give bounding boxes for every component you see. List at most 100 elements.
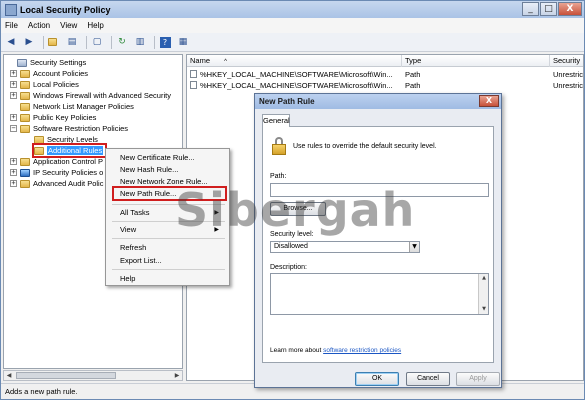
tree-item-account-policies[interactable]: + Account Policies <box>10 68 88 79</box>
tree-item-label: IP Security Policies o <box>33 168 104 177</box>
learn-more-prefix: Learn more about <box>270 347 322 354</box>
menu-file[interactable]: File <box>5 21 18 30</box>
menu-item-new-hash-rule[interactable]: New Hash Rule... <box>120 164 178 175</box>
tree-expander[interactable]: + <box>10 180 17 187</box>
tree-item-software-restriction-policies[interactable]: − Software Restriction Policies <box>10 123 128 134</box>
tree-item-label: Security Settings <box>30 58 87 67</box>
new-path-rule-dialog: New Path Rule X General Use rules to ove… <box>254 93 502 388</box>
tree-item-public-key-policies[interactable]: + Public Key Policies <box>10 112 96 123</box>
tree-expander[interactable]: + <box>10 81 17 88</box>
properties-button[interactable]: ▢ <box>90 36 104 49</box>
tree-expander[interactable]: − <box>10 125 17 132</box>
app-icon <box>5 3 17 16</box>
dialog-description: Use rules to override the default securi… <box>293 143 437 150</box>
chevron-down-icon[interactable]: ▼ <box>409 242 419 252</box>
rule-name-cell: %HKEY_LOCAL_MACHINE\SOFTWARE\Microsoft\W… <box>190 80 400 91</box>
folder-icon <box>20 157 30 166</box>
ok-button[interactable]: OK <box>355 372 399 386</box>
menu-separator <box>112 269 225 270</box>
tree-item-label: Network List Manager Policies <box>33 102 134 111</box>
tree-item-advanced-audit[interactable]: + Advanced Audit Polic <box>10 178 103 189</box>
dialog-close-button[interactable]: X <box>479 95 499 107</box>
tree-item-application-control[interactable]: + Application Control P <box>10 156 103 167</box>
rule-security-cell: Unrestric <box>553 81 584 90</box>
rule-document-icon <box>190 81 197 89</box>
tree-item-windows-firewall[interactable]: + Windows Firewall with Advanced Securit… <box>10 90 171 101</box>
up-folder-button[interactable] <box>47 36 61 49</box>
tree-expander[interactable]: + <box>10 158 17 165</box>
folder-icon <box>20 179 30 188</box>
tree-item-label: Local Policies <box>33 80 79 89</box>
rule-document-icon <box>190 70 197 78</box>
dialog-title: New Path Rule <box>255 94 501 109</box>
description-textarea[interactable]: ▲ ▼ <box>270 273 489 315</box>
tree-horizontal-scrollbar[interactable]: ◀ ▶ <box>3 370 183 381</box>
menu-help[interactable]: Help <box>87 21 103 30</box>
forward-button[interactable]: ▶ <box>22 36 36 49</box>
tree-expander[interactable]: + <box>10 169 17 176</box>
software-restriction-policies-link[interactable]: software restriction policies <box>323 347 401 354</box>
tree-expander[interactable]: + <box>10 92 17 99</box>
tree-expander <box>10 103 17 110</box>
tree-pane-icon: ▤ <box>67 37 77 47</box>
toolbar: ◀ ▶ ▤ ▢ ↻ ▥ ? ▦ <box>1 33 584 52</box>
folder-icon <box>20 69 30 78</box>
tree-item-local-policies[interactable]: + Local Policies <box>10 79 79 90</box>
tree-item-security-settings[interactable]: Security Settings <box>7 57 86 68</box>
folder-icon <box>20 80 30 89</box>
tree-expander[interactable]: + <box>10 114 17 121</box>
column-header-name[interactable]: Name ^ <box>187 55 402 67</box>
close-button[interactable]: X <box>558 2 582 16</box>
tree-expander <box>7 59 14 66</box>
list-header: Name ^ Type Security <box>187 55 583 67</box>
back-button[interactable]: ◀ <box>4 36 18 49</box>
column-header-type[interactable]: Type <box>402 55 550 67</box>
table-row[interactable]: %HKEY_LOCAL_MACHINE\SOFTWARE\Microsoft\W… <box>187 80 584 91</box>
scroll-down-icon[interactable]: ▼ <box>479 305 489 314</box>
apply-button[interactable]: Apply <box>456 372 500 386</box>
scroll-right-icon[interactable]: ▶ <box>172 371 182 380</box>
tree-item-ip-security-policies[interactable]: + IP Security Policies o <box>10 167 103 178</box>
up-folder-icon <box>48 38 57 46</box>
action-pane-icon: ▦ <box>178 37 188 47</box>
menu-separator <box>112 238 225 239</box>
rule-security-cell: Unrestric <box>553 70 584 79</box>
minimize-button[interactable]: _ <box>522 2 539 16</box>
tree-item-network-list-manager[interactable]: Network List Manager Policies <box>10 101 134 112</box>
menu-view[interactable]: View <box>60 21 77 30</box>
forward-arrow-icon: ▶ <box>25 37 33 47</box>
rule-type-cell: Path <box>405 81 421 90</box>
menu-item-help[interactable]: Help <box>120 273 135 284</box>
security-level-select[interactable]: Disallowed ▼ <box>270 241 420 253</box>
path-label: Path: <box>270 173 287 180</box>
description-scrollbar[interactable]: ▲ ▼ <box>478 274 488 314</box>
toolbar-separator <box>111 35 112 49</box>
maximize-button[interactable]: □ <box>540 2 557 16</box>
tree-item-label: Windows Firewall with Advanced Security <box>33 91 171 100</box>
menu-item-label: View <box>120 225 137 234</box>
scroll-up-icon[interactable]: ▲ <box>479 274 489 283</box>
table-row[interactable]: %HKEY_LOCAL_MACHINE\SOFTWARE\Microsoft\W… <box>187 69 584 80</box>
column-header-security[interactable]: Security <box>550 55 583 67</box>
action-pane-button[interactable]: ▦ <box>176 36 190 49</box>
tab-general[interactable]: General <box>262 114 290 127</box>
tree-expander[interactable]: + <box>10 70 17 77</box>
scroll-left-icon[interactable]: ◀ <box>4 371 14 380</box>
properties-icon: ▢ <box>92 37 102 47</box>
sort-ascending-icon: ^ <box>224 59 227 65</box>
cancel-button[interactable]: Cancel <box>406 372 450 386</box>
show-tree-button[interactable]: ▤ <box>65 36 79 49</box>
menu-item-new-certificate-rule[interactable]: New Certificate Rule... <box>120 152 195 163</box>
folder-icon <box>20 102 30 111</box>
menu-item-export-list[interactable]: Export List... <box>120 255 162 266</box>
folder-icon <box>20 91 30 100</box>
scroll-thumb[interactable] <box>16 372 116 379</box>
folder-icon <box>20 113 30 122</box>
tree-item-label: Advanced Audit Polic <box>33 179 104 188</box>
menu-item-refresh[interactable]: Refresh <box>120 242 146 253</box>
help-button[interactable]: ? <box>158 36 172 49</box>
menu-action[interactable]: Action <box>28 21 50 30</box>
general-tab-panel: Use rules to override the default securi… <box>262 126 494 363</box>
export-list-button[interactable]: ▥ <box>133 36 147 49</box>
refresh-button[interactable]: ↻ <box>115 36 129 49</box>
